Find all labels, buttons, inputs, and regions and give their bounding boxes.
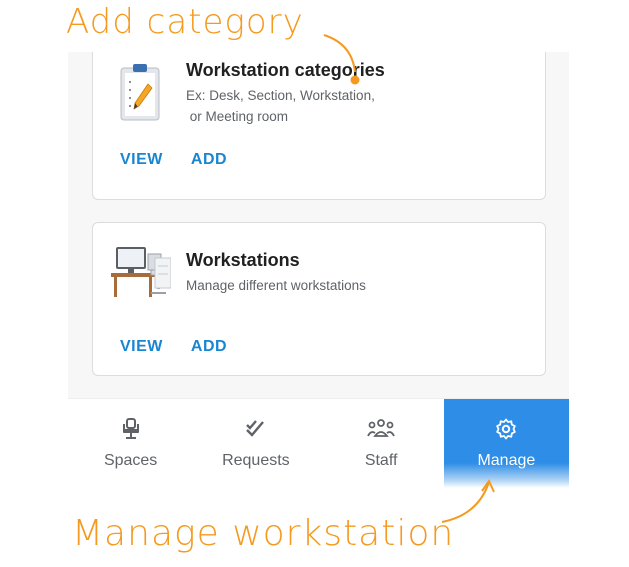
workstations-card: Workstations Manage different workstatio… [92,222,546,376]
view-workstations-button[interactable]: VIEW [120,338,163,356]
nav-label: Manage [477,452,536,469]
nav-label: Requests [222,452,290,469]
card-title: Workstations [186,250,300,270]
gear-icon [496,418,517,440]
clipboard-icon [120,64,160,121]
card-actions: VIEW ADD [120,151,227,169]
card-description: Manage different workstations [186,275,366,296]
people-group-icon [367,419,395,437]
add-workstation-button[interactable]: ADD [191,338,227,356]
desk-icon [111,247,171,297]
card-description-line: or Meeting room [186,109,289,124]
nav-label: Staff [364,452,398,469]
nav-tab-staff[interactable]: Staff [319,399,444,488]
card-actions: VIEW ADD [120,338,227,356]
nav-label: Spaces [103,452,158,469]
nav-tab-requests[interactable]: Requests [193,399,318,488]
card-description: Ex: Desk, Section, Workstation, or Meeti… [186,85,375,127]
annotation-manage-workstation: Manage workstation [72,513,455,554]
annotation-add-category: Add category [66,2,304,42]
workstation-categories-card: Workstation categories Ex: Desk, Section… [92,52,546,200]
card-description-line: Manage different workstations [186,278,366,293]
nav-tab-manage[interactable]: Manage [443,399,569,488]
card-description-line: Ex: Desk, Section, Workstation, [186,88,375,103]
double-check-icon [246,420,264,437]
view-categories-button[interactable]: VIEW [120,151,163,169]
nav-tab-spaces[interactable]: Spaces [68,399,193,488]
chair-icon [122,418,139,439]
add-category-button[interactable]: ADD [191,151,227,169]
card-title: Workstation categories [186,60,385,80]
app-screen: Workstation categories Ex: Desk, Section… [68,52,569,488]
bottom-navigation: Spaces Requests Staff Manage [68,398,569,488]
